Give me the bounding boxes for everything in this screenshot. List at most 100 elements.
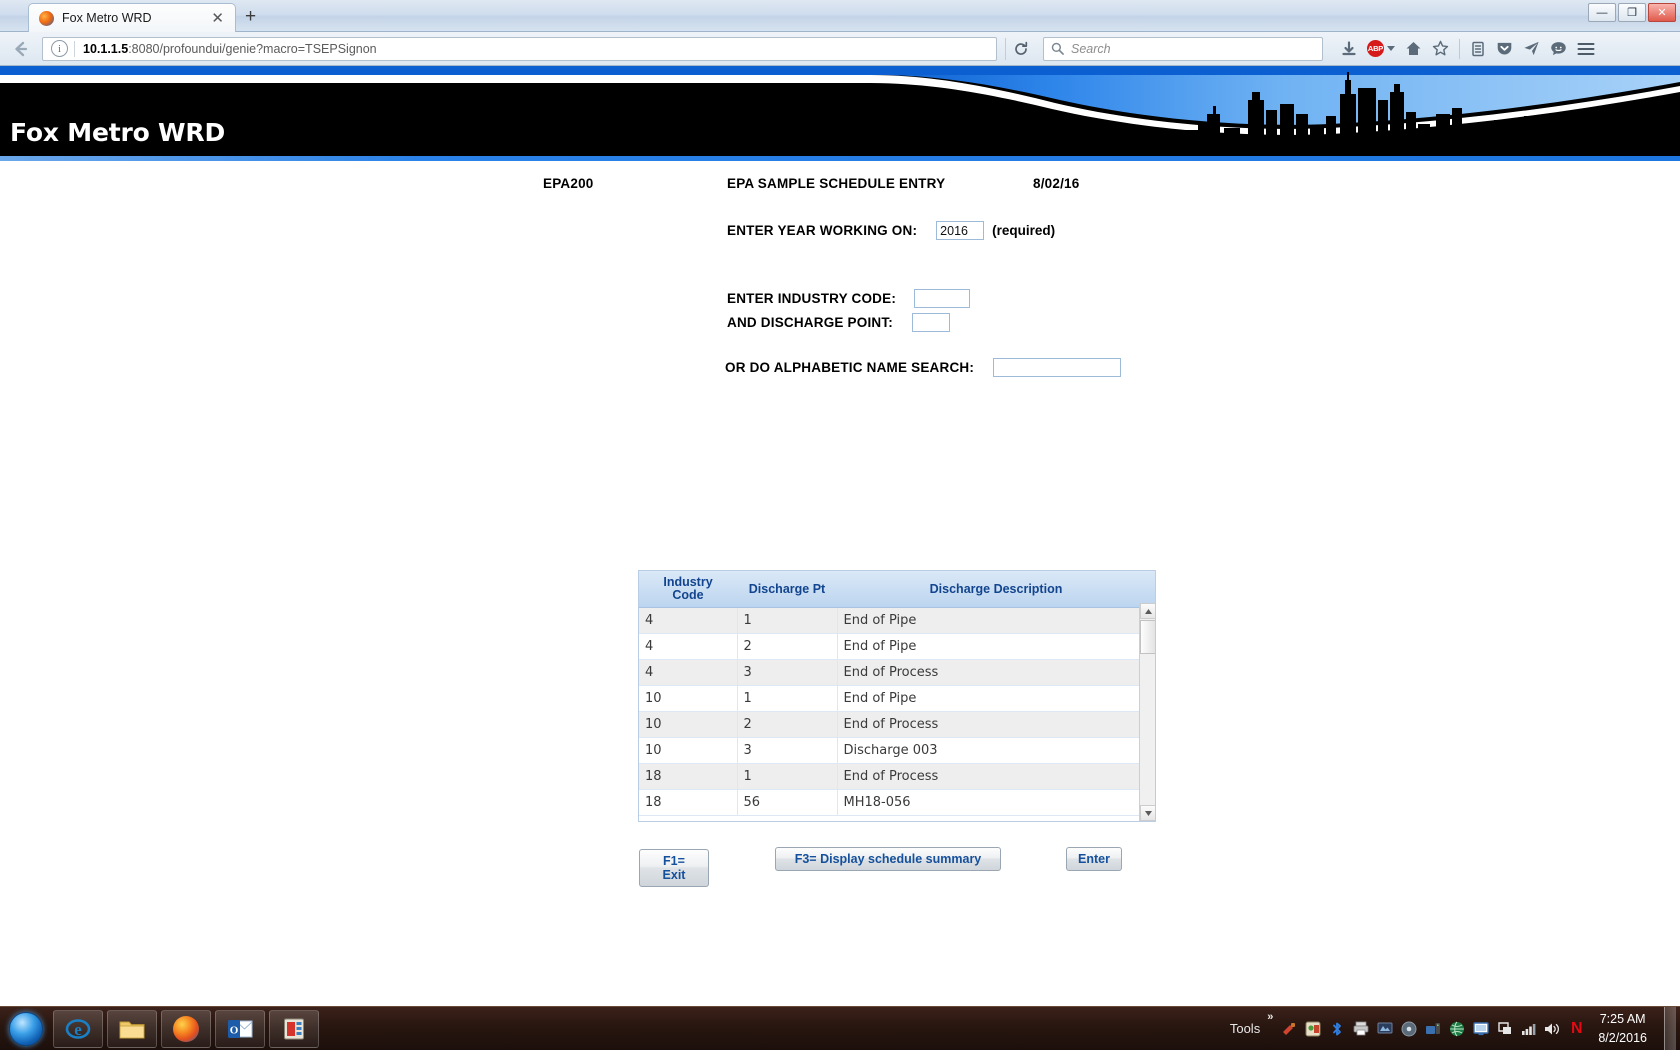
pocket-icon[interactable] <box>1496 40 1513 57</box>
firefox-icon <box>39 10 54 26</box>
page-title: EPA SAMPLE SCHEDULE ENTRY <box>727 176 946 191</box>
cell-discharge-description: End of Process <box>837 711 1155 739</box>
search-input[interactable]: Search <box>1043 36 1323 61</box>
taskbar-item-firefox[interactable] <box>161 1009 211 1048</box>
reload-icon[interactable] <box>1005 37 1035 60</box>
scroll-up-button[interactable] <box>1140 603 1155 619</box>
table-row[interactable]: 4 2 End of Pipe <box>639 633 1155 661</box>
cell-industry-code: 10 <box>639 711 738 739</box>
program-id: EPA200 <box>543 176 594 191</box>
tray-icon-volume[interactable] <box>1544 1020 1561 1037</box>
tray-icon-disc[interactable] <box>1400 1020 1417 1037</box>
chat-icon[interactable] <box>1550 40 1567 57</box>
table-row[interactable]: 4 3 End of Process <box>639 659 1155 687</box>
display-schedule-summary-button[interactable]: F3= Display schedule summary <box>775 847 1001 871</box>
scrollbar-thumb[interactable] <box>1140 620 1155 654</box>
industry-code-header-line1: Industry <box>663 575 713 589</box>
tray-icon-app-green[interactable] <box>1304 1020 1321 1037</box>
send-tab-icon[interactable] <box>1523 40 1540 57</box>
browser-tab[interactable]: Fox Metro WRD ✕ <box>28 3 236 32</box>
page-content: EPA200 EPA SAMPLE SCHEDULE ENTRY 8/02/16… <box>0 161 1680 1006</box>
adblock-plus-icon[interactable]: ABP <box>1367 40 1395 57</box>
site-banner: Fox Metro WRD <box>0 66 1680 156</box>
cell-discharge-description: End of Pipe <box>837 607 1155 635</box>
column-header-discharge-description: Discharge Description <box>837 571 1155 609</box>
table-row[interactable]: 18 1 End of Process <box>639 763 1155 791</box>
table-row[interactable]: 4 1 End of Pipe <box>639 607 1155 635</box>
bookmark-star-icon[interactable] <box>1432 40 1449 57</box>
cell-discharge-pt: 1 <box>737 607 838 635</box>
cell-industry-code: 10 <box>639 685 738 713</box>
tray-tools-label[interactable]: Tools <box>1230 1021 1260 1036</box>
close-window-button[interactable]: ✕ <box>1648 3 1676 22</box>
taskbar-item-app[interactable] <box>269 1009 319 1048</box>
tray-icon-display[interactable] <box>1376 1020 1393 1037</box>
industry-code-input[interactable] <box>914 289 971 308</box>
cell-discharge-description: Discharge 003 <box>837 737 1155 765</box>
tray-icon-action-center[interactable] <box>1496 1020 1513 1037</box>
tray-expand-chevron-icon[interactable]: » <box>1267 1011 1273 1023</box>
column-header-industry-code: Industry Code <box>639 571 737 609</box>
address-bar[interactable]: i 10.1.1.5:8080/profoundui/genie?macro=T… <box>42 36 997 61</box>
cell-discharge-pt: 1 <box>737 685 838 713</box>
tray-icon-network[interactable] <box>1520 1020 1537 1037</box>
table-scrollbar[interactable] <box>1139 603 1155 821</box>
svg-text:O: O <box>230 1024 239 1036</box>
minimize-button[interactable]: — <box>1588 3 1616 22</box>
tray-icon-printer[interactable] <box>1352 1020 1369 1037</box>
hamburger-menu-icon[interactable] <box>1577 42 1595 56</box>
header-date: 8/02/16 <box>1033 176 1080 191</box>
cell-discharge-description: End of Process <box>837 659 1155 687</box>
window-controls: — ❐ ✕ <box>1588 3 1676 22</box>
table-header: Industry Code Discharge Pt Discharge Des… <box>639 571 1155 609</box>
name-search-input[interactable] <box>993 358 1122 377</box>
table-row[interactable]: 10 2 End of Process <box>639 711 1155 739</box>
discharge-point-row: AND DISCHARGE POINT: <box>727 313 951 332</box>
industry-code-label: ENTER INDUSTRY CODE: <box>727 291 897 306</box>
tray-icon-device[interactable] <box>1424 1020 1441 1037</box>
table-row[interactable]: 18 56 MH18-056 <box>639 789 1155 817</box>
industry-code-row: ENTER INDUSTRY CODE: <box>727 289 971 308</box>
tray-icon-globe[interactable] <box>1448 1020 1465 1037</box>
skyline-graphic <box>0 70 1680 156</box>
year-label: ENTER YEAR WORKING ON: <box>727 223 918 238</box>
close-icon[interactable]: ✕ <box>206 11 229 26</box>
table-row[interactable]: 10 3 Discharge 003 <box>639 737 1155 765</box>
year-row: ENTER YEAR WORKING ON: (required) <box>727 221 1055 240</box>
site-title: Fox Metro WRD <box>10 118 226 147</box>
scroll-down-button[interactable] <box>1140 805 1155 821</box>
discharge-table[interactable]: Industry Code Discharge Pt Discharge Des… <box>638 570 1156 822</box>
start-button[interactable] <box>3 1010 49 1048</box>
system-tray: Tools » N 7:25 AM 8/2/2016 <box>1230 1006 1680 1050</box>
library-icon[interactable] <box>1470 41 1486 57</box>
discharge-point-input[interactable] <box>912 313 951 332</box>
titlebar: Fox Metro WRD ✕ + — ❐ ✕ <box>0 0 1680 32</box>
back-icon[interactable] <box>8 36 34 62</box>
toolbar-divider <box>1459 38 1460 59</box>
tray-icon-netflix[interactable]: N <box>1568 1020 1585 1037</box>
tray-icon-paint[interactable] <box>1280 1020 1297 1037</box>
tray-icon-monitor[interactable] <box>1472 1020 1489 1037</box>
cell-discharge-pt: 1 <box>737 763 838 791</box>
taskbar-item-outlook[interactable]: O <box>215 1009 265 1048</box>
home-icon[interactable] <box>1405 40 1422 57</box>
exit-button[interactable]: F1= Exit <box>639 849 709 887</box>
chevron-down-icon[interactable] <box>1387 46 1395 51</box>
taskbar-item-ie[interactable]: e <box>53 1009 103 1048</box>
cell-discharge-pt: 2 <box>737 711 838 739</box>
taskbar-item-explorer[interactable] <box>107 1009 157 1048</box>
enter-button[interactable]: Enter <box>1066 847 1122 871</box>
cell-discharge-description: End of Pipe <box>837 633 1155 661</box>
taskbar-clock[interactable]: 7:25 AM 8/2/2016 <box>1598 1010 1647 1046</box>
tray-icon-bluetooth[interactable] <box>1328 1020 1345 1037</box>
info-icon[interactable]: i <box>51 40 68 57</box>
download-icon[interactable] <box>1341 40 1357 57</box>
year-input[interactable] <box>936 221 985 240</box>
maximize-button[interactable]: ❐ <box>1618 3 1646 22</box>
show-desktop-button[interactable] <box>1664 1006 1676 1050</box>
cell-discharge-description: End of Process <box>837 763 1155 791</box>
cell-discharge-description: MH18-056 <box>837 789 1155 817</box>
new-tab-button[interactable]: + <box>245 6 256 31</box>
discharge-table-element: Industry Code Discharge Pt Discharge Des… <box>639 571 1155 817</box>
table-row[interactable]: 10 1 End of Pipe <box>639 685 1155 713</box>
